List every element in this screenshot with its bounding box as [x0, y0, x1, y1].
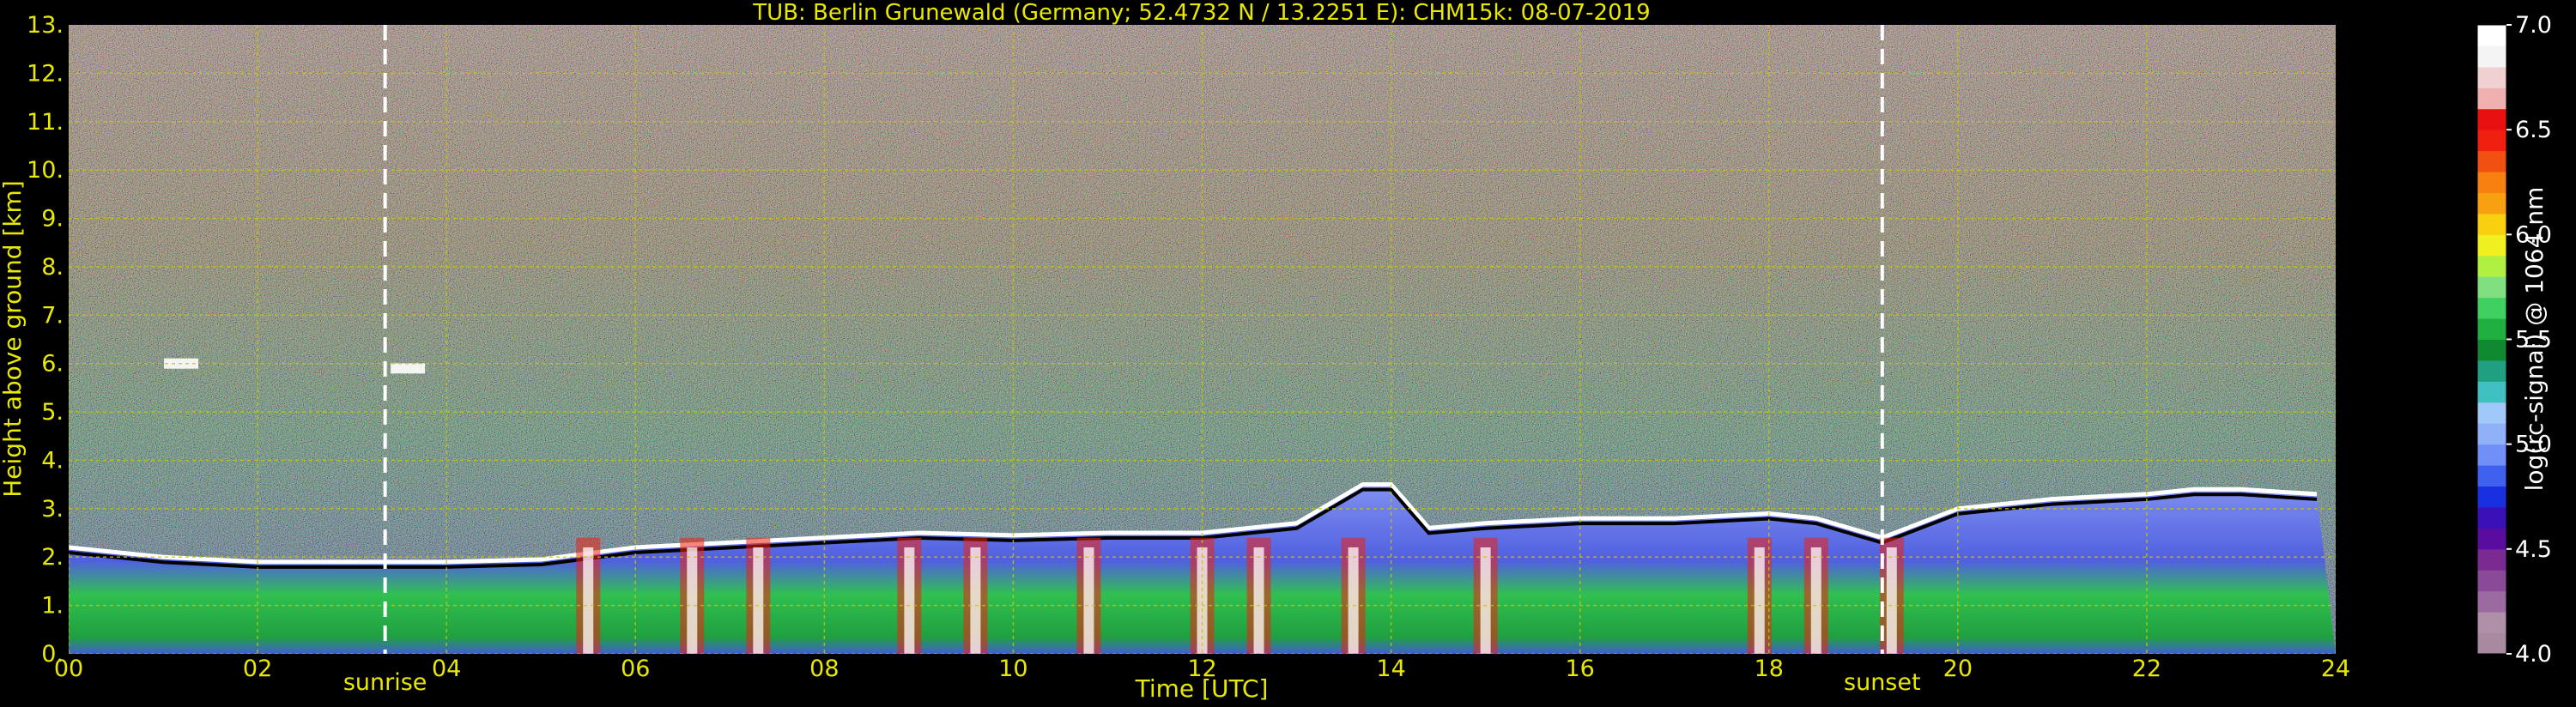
x-tick-label: 10: [998, 656, 1027, 682]
colorbar-segment: [2477, 444, 2506, 466]
plot-area: [69, 25, 2336, 654]
plume-core-1: [687, 547, 698, 654]
colorbar-tick-label: 4.0: [2515, 641, 2552, 668]
plume-core-4: [970, 547, 981, 654]
lidar-chart: TUB: Berlin Grunewald (Germany; 52.4732 …: [0, 0, 2552, 703]
colorbar-segment: [2477, 632, 2506, 655]
cloud-0: [391, 363, 426, 374]
y-tick-label: 5.: [41, 399, 64, 426]
colorbar-segment: [2477, 570, 2506, 592]
annotation-label-sunset: sunset: [1844, 669, 1921, 696]
x-tick-label: 06: [621, 656, 650, 682]
colorbar-segment: [2477, 339, 2506, 361]
x-tick-label: 22: [2132, 656, 2161, 682]
y-tick-label: 12.: [27, 60, 64, 87]
x-tick-label: 18: [1755, 656, 1784, 682]
colorbar-segment: [2477, 108, 2506, 130]
annotation-labels: sunrise sunset: [343, 669, 1921, 696]
chart-title: TUB: Berlin Grunewald (Germany; 52.4732 …: [752, 0, 1650, 26]
x-tick-label: 04: [432, 656, 461, 682]
y-tick-label: 3.: [41, 496, 64, 523]
y-tick-label: 6.: [41, 351, 64, 378]
x-tick-label: 20: [1943, 656, 1973, 682]
colorbar: [2476, 24, 2507, 655]
x-axis-label: Time [UTC]: [1135, 674, 1269, 703]
colorbar-segment: [2477, 548, 2506, 571]
colorbar-segment: [2477, 234, 2506, 257]
plume-core-9: [1480, 547, 1491, 654]
x-tick-label: 02: [243, 656, 272, 682]
colorbar-segment: [2477, 612, 2506, 634]
x-tick-label: 08: [809, 656, 839, 682]
plume-core-5: [1083, 547, 1094, 654]
plume-core-10: [1754, 547, 1765, 654]
colorbar-segment: [2477, 465, 2506, 487]
plume-core-0: [583, 547, 594, 654]
annotation-label-sunrise: sunrise: [343, 669, 427, 696]
colorbar-segment: [2477, 528, 2506, 550]
colorbar-segment: [2477, 318, 2506, 340]
colorbar-segment: [2477, 590, 2506, 613]
colorbar-segment: [2477, 423, 2506, 445]
y-tick-label: 10.: [27, 157, 64, 184]
colorbar-segment: [2477, 213, 2506, 235]
plume-core-2: [753, 547, 764, 654]
y-tick-label: 11.: [27, 109, 64, 136]
y-tick-labels: 0.1.2.3.4.5.6.7.8.9.10.11.12.13.: [27, 12, 64, 668]
plume-core-3: [904, 547, 915, 654]
plume-core-11: [1810, 547, 1821, 654]
colorbar-segment: [2477, 297, 2506, 319]
colorbar-segment: [2477, 506, 2506, 529]
colorbar-segment: [2477, 381, 2506, 403]
y-tick-label: 2.: [41, 544, 64, 571]
y-tick-label: 8.: [41, 254, 64, 281]
colorbar-segment: [2477, 150, 2506, 172]
x-tick-label: 14: [1376, 656, 1405, 682]
colorbar-segment: [2477, 276, 2506, 299]
colorbar-segment: [2477, 88, 2506, 110]
colorbar-label: log(rc-signal) @ 1064 nm: [2520, 187, 2549, 492]
colorbar-segment: [2477, 402, 2506, 424]
plume-core-12: [1886, 547, 1897, 654]
colorbar-tick-label: 7.0: [2515, 12, 2552, 39]
x-tick-label: 16: [1565, 656, 1594, 682]
colorbar-tick-label: 6.5: [2515, 117, 2552, 143]
colorbar-segment: [2477, 45, 2506, 68]
plume-core-8: [1348, 547, 1359, 654]
y-tick-label: 4.: [41, 447, 64, 474]
colorbar-segment: [2477, 360, 2506, 382]
y-tick-label: 1.: [41, 593, 64, 619]
colorbar-segment: [2477, 192, 2506, 215]
colorbar-tick-label: 4.5: [2515, 536, 2552, 563]
colorbar-segment: [2477, 255, 2506, 277]
y-tick-label: 7.: [41, 302, 64, 329]
y-tick-label: 9.: [41, 206, 64, 233]
colorbar-segment: [2477, 130, 2506, 152]
y-axis-label: Height above ground [km]: [0, 180, 27, 498]
colorbar-segment: [2477, 25, 2506, 46]
plume-core-7: [1253, 547, 1264, 654]
colorbar-segment: [2477, 486, 2506, 508]
colorbar-segment: [2477, 172, 2506, 193]
x-tick-label: 24: [2321, 656, 2350, 682]
x-tick-label: 00: [54, 656, 83, 682]
y-tick-label: 13.: [27, 12, 64, 39]
colorbar-segment: [2477, 66, 2506, 88]
